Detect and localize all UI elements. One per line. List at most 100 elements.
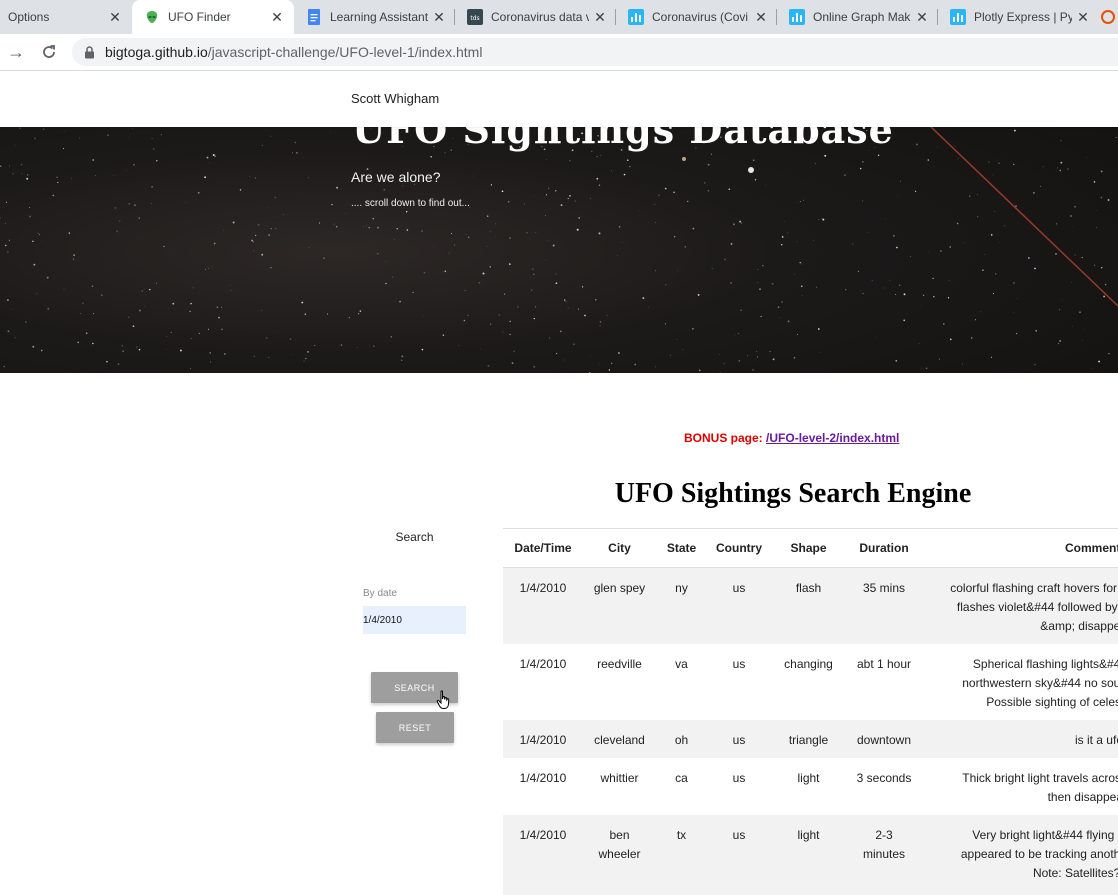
tab-title: UFO Finder [168,10,266,24]
tab-online-graph-maker[interactable]: Online Graph Mak ✕ [777,0,937,34]
cell-state: ny [656,568,707,644]
chart-icon [950,9,966,25]
cell-comments: Thick bright light travels across then d… [922,758,1118,815]
cell-state: oh [656,720,707,758]
cell-date: 1/4/2010 [503,568,583,644]
tab-title: Coronavirus (Covi [652,10,750,24]
forward-icon[interactable]: → [4,40,28,64]
tab-title: Learning Assistant [330,10,428,24]
cell-country: us [707,758,771,815]
cell-comments: colorful flashing craft hovers for 3 fla… [922,568,1118,644]
sightings-table: Date/Time City State Country Shape Durat… [503,528,1118,895]
cell-country: us [707,644,771,720]
cell-shape: light [771,815,846,895]
cell-date: 1/4/2010 [503,720,583,758]
tab-plotly-express[interactable]: Plotly Express | Py ✕ [938,0,1098,34]
cell-shape: changing [771,644,846,720]
cell-city-line: wheeler [585,845,654,864]
cell-duration-line: 2-3 [848,826,920,845]
cell-duration: 2-3 minutes [846,815,922,895]
tds-icon: tds [467,9,483,25]
chart-icon [628,9,644,25]
cell-city: ben wheeler [583,815,656,895]
page-icon [1100,9,1116,25]
docs-icon [306,9,322,25]
search-engine-title: UFO Sightings Search Engine [503,478,1083,510]
reload-icon[interactable] [37,40,61,64]
url-path: /javascript-challenge/UFO-level-1/index.… [208,44,483,60]
cell-state: va [656,644,707,720]
tab-title: Online Graph Mak [813,10,911,24]
search-heading: Search [363,530,466,544]
comment-line: Note: Satellites?? [924,864,1118,883]
reset-button[interactable]: RESET [376,712,454,743]
close-icon[interactable]: ✕ [593,9,607,26]
date-label: By date [363,588,397,599]
hero-subtitle: Are we alone? [351,169,441,185]
address-bar[interactable]: bigtoga.github.io/javascript-challenge/U… [72,38,1118,66]
bonus-link[interactable]: /UFO-level-2/index.html [766,431,899,445]
table-row: 1/4/2010 whittier ca us light 3 seconds … [503,758,1118,815]
svg-text:tds: tds [470,15,479,22]
close-icon[interactable]: ✕ [108,9,122,26]
alien-icon [144,9,160,25]
table-row: 1/4/2010 ben wheeler tx us light 2-3 min… [503,815,1118,895]
comment-line: northwestern sky&#44 no soun [924,674,1118,693]
cell-city: glen spey [583,568,656,644]
tab-overflow[interactable] [1100,0,1118,34]
cell-country: us [707,815,771,895]
tab-learning-assistant[interactable]: Learning Assistant ✕ [294,0,454,34]
cell-city: reedville [583,644,656,720]
tab-options[interactable]: Options ✕ [0,0,132,34]
comment-line: Very bright light&#44 flying lo [924,826,1118,845]
cell-duration-line: minutes [848,845,920,864]
cell-city: cleveland [583,720,656,758]
cell-country: us [707,720,771,758]
tab-ufo-finder[interactable]: UFO Finder ✕ [132,0,294,34]
column-header-shape: Shape [771,529,846,568]
column-header-comments: Comments [922,529,1118,568]
comment-line: colorful flashing craft hovers for 3 [924,579,1118,598]
cell-shape: triangle [771,720,846,758]
site-navbar: Scott Whigham [0,71,1118,127]
column-header-city: City [583,529,656,568]
cell-date: 1/4/2010 [503,758,583,815]
column-header-date: Date/Time [503,529,583,568]
cell-comments: is it a ufo [922,720,1118,758]
close-icon[interactable]: ✕ [754,9,768,26]
close-icon[interactable]: ✕ [1076,9,1090,26]
hand-cursor-icon [436,690,452,710]
cell-duration: downtown [846,720,922,758]
close-icon[interactable]: ✕ [432,9,446,26]
cell-comments: Spherical flashing lights&#44 northweste… [922,644,1118,720]
cell-duration: 35 mins [846,568,922,644]
bonus-label: BONUS page: [684,431,763,445]
url-text: bigtoga.github.io/javascript-challenge/U… [105,44,482,60]
cell-duration: 3 seconds [846,758,922,815]
table-row: 1/4/2010 cleveland oh us triangle downto… [503,720,1118,758]
cell-country: us [707,568,771,644]
bonus-notice: BONUS page: /UFO-level-2/index.html [684,431,899,445]
cell-city: whittier [583,758,656,815]
date-input[interactable] [363,606,466,634]
navbar-brand[interactable]: Scott Whigham [351,91,439,106]
table-row: 1/4/2010 reedville va us changing abt 1 … [503,644,1118,720]
cell-state: tx [656,815,707,895]
comment-line: appeared to be tracking anothe [924,845,1118,864]
tab-title: Options [8,10,104,24]
close-icon[interactable]: ✕ [270,9,284,26]
tab-coronavirus-data[interactable]: tds Coronavirus data v ✕ [455,0,615,34]
close-icon[interactable]: ✕ [915,9,929,26]
cell-date: 1/4/2010 [503,644,583,720]
cell-shape: light [771,758,846,815]
comment-line: Thick bright light travels across [924,769,1118,788]
tab-coronavirus-covid[interactable]: Coronavirus (Covi ✕ [616,0,776,34]
url-domain: bigtoga.github.io [105,44,208,60]
table-row: 1/4/2010 glen spey ny us flash 35 mins c… [503,568,1118,644]
cell-comments: Very bright light&#44 flying lo appeared… [922,815,1118,895]
table-header-row: Date/Time City State Country Shape Durat… [503,529,1118,568]
comment-line: flashes violet&#44 followed by c [924,598,1118,617]
browser-tab-strip: Options ✕ UFO Finder ✕ Learning Assistan… [0,0,1118,34]
column-header-country: Country [707,529,771,568]
tab-title: Plotly Express | Py [974,10,1072,24]
